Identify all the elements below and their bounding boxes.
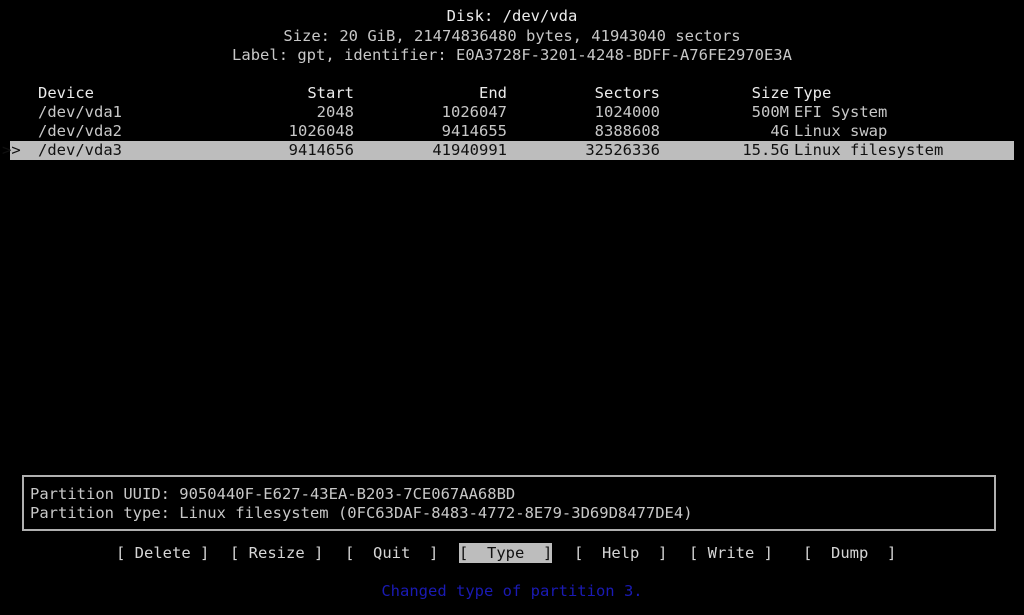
start-cell: 1026048 (288, 122, 354, 140)
disk-label-info: Label: gpt, identifier: E0A3728F-3201-42… (232, 46, 792, 64)
end-cell: 1026047 (441, 103, 507, 121)
dump-button[interactable]: [ Dump ] (803, 543, 896, 563)
device-cell: /dev/vda3 (38, 141, 122, 159)
table-header: Device Start End Sectors Size Type (0, 84, 1024, 103)
action-menu: [ Delete ] [ Resize ] [ Quit ] [ Type ] … (0, 543, 1024, 563)
disk-title: Disk: /dev/vda (446, 7, 578, 25)
write-button[interactable]: [ Write ] (689, 543, 773, 563)
status-message: Changed type of partition 3. (381, 582, 643, 600)
table-row-selected[interactable]: >> /dev/vda3 9414656 41940991 32526336 1… (2, 141, 1014, 160)
partition-type: Partition type: Linux filesystem (0FC63D… (30, 504, 693, 522)
partition-info-panel: Partition UUID: 9050440F-E627-43EA-B203-… (22, 475, 996, 531)
device-cell: /dev/vda2 (38, 122, 122, 140)
help-button[interactable]: [ Help ] (574, 543, 667, 563)
end-cell: 9414655 (441, 122, 507, 140)
device-cell: /dev/vda1 (38, 103, 122, 121)
column-header-sectors: Sectors (594, 84, 660, 102)
disk-size-info: Size: 20 GiB, 21474836480 bytes, 4194304… (283, 27, 741, 45)
column-header-end: End (479, 84, 507, 102)
type-cell: Linux swap (794, 122, 888, 140)
quit-button[interactable]: [ Quit ] (345, 543, 438, 563)
partition-uuid: Partition UUID: 9050440F-E627-43EA-B203-… (30, 485, 516, 503)
table-row[interactable]: /dev/vda2 1026048 9414655 8388608 4G Lin… (0, 122, 1024, 141)
size-cell: 15.5G (742, 141, 789, 159)
end-cell: 41940991 (432, 141, 507, 159)
size-cell: 500M (751, 103, 789, 121)
start-cell: 9414656 (288, 141, 354, 159)
column-header-type: Type (794, 84, 832, 102)
table-row[interactable]: /dev/vda1 2048 1026047 1024000 500M EFI … (0, 103, 1024, 122)
column-header-size: Size (751, 84, 789, 102)
sectors-cell: 1024000 (594, 103, 660, 121)
size-cell: 4G (770, 122, 789, 140)
start-cell: 2048 (316, 103, 354, 121)
sectors-cell: 8388608 (594, 122, 660, 140)
selection-marker: >> (2, 141, 21, 159)
type-cell: EFI System (794, 103, 888, 121)
column-header-start: Start (307, 84, 354, 102)
type-cell: Linux filesystem (794, 141, 944, 159)
selection-marker (2, 103, 32, 122)
sectors-cell: 32526336 (585, 141, 660, 159)
delete-button[interactable]: [ Delete ] (116, 543, 209, 563)
type-button[interactable]: [ Type ] (459, 543, 553, 563)
selection-marker (2, 122, 32, 141)
resize-button[interactable]: [ Resize ] (230, 543, 323, 563)
column-header-device: Device (38, 84, 94, 102)
